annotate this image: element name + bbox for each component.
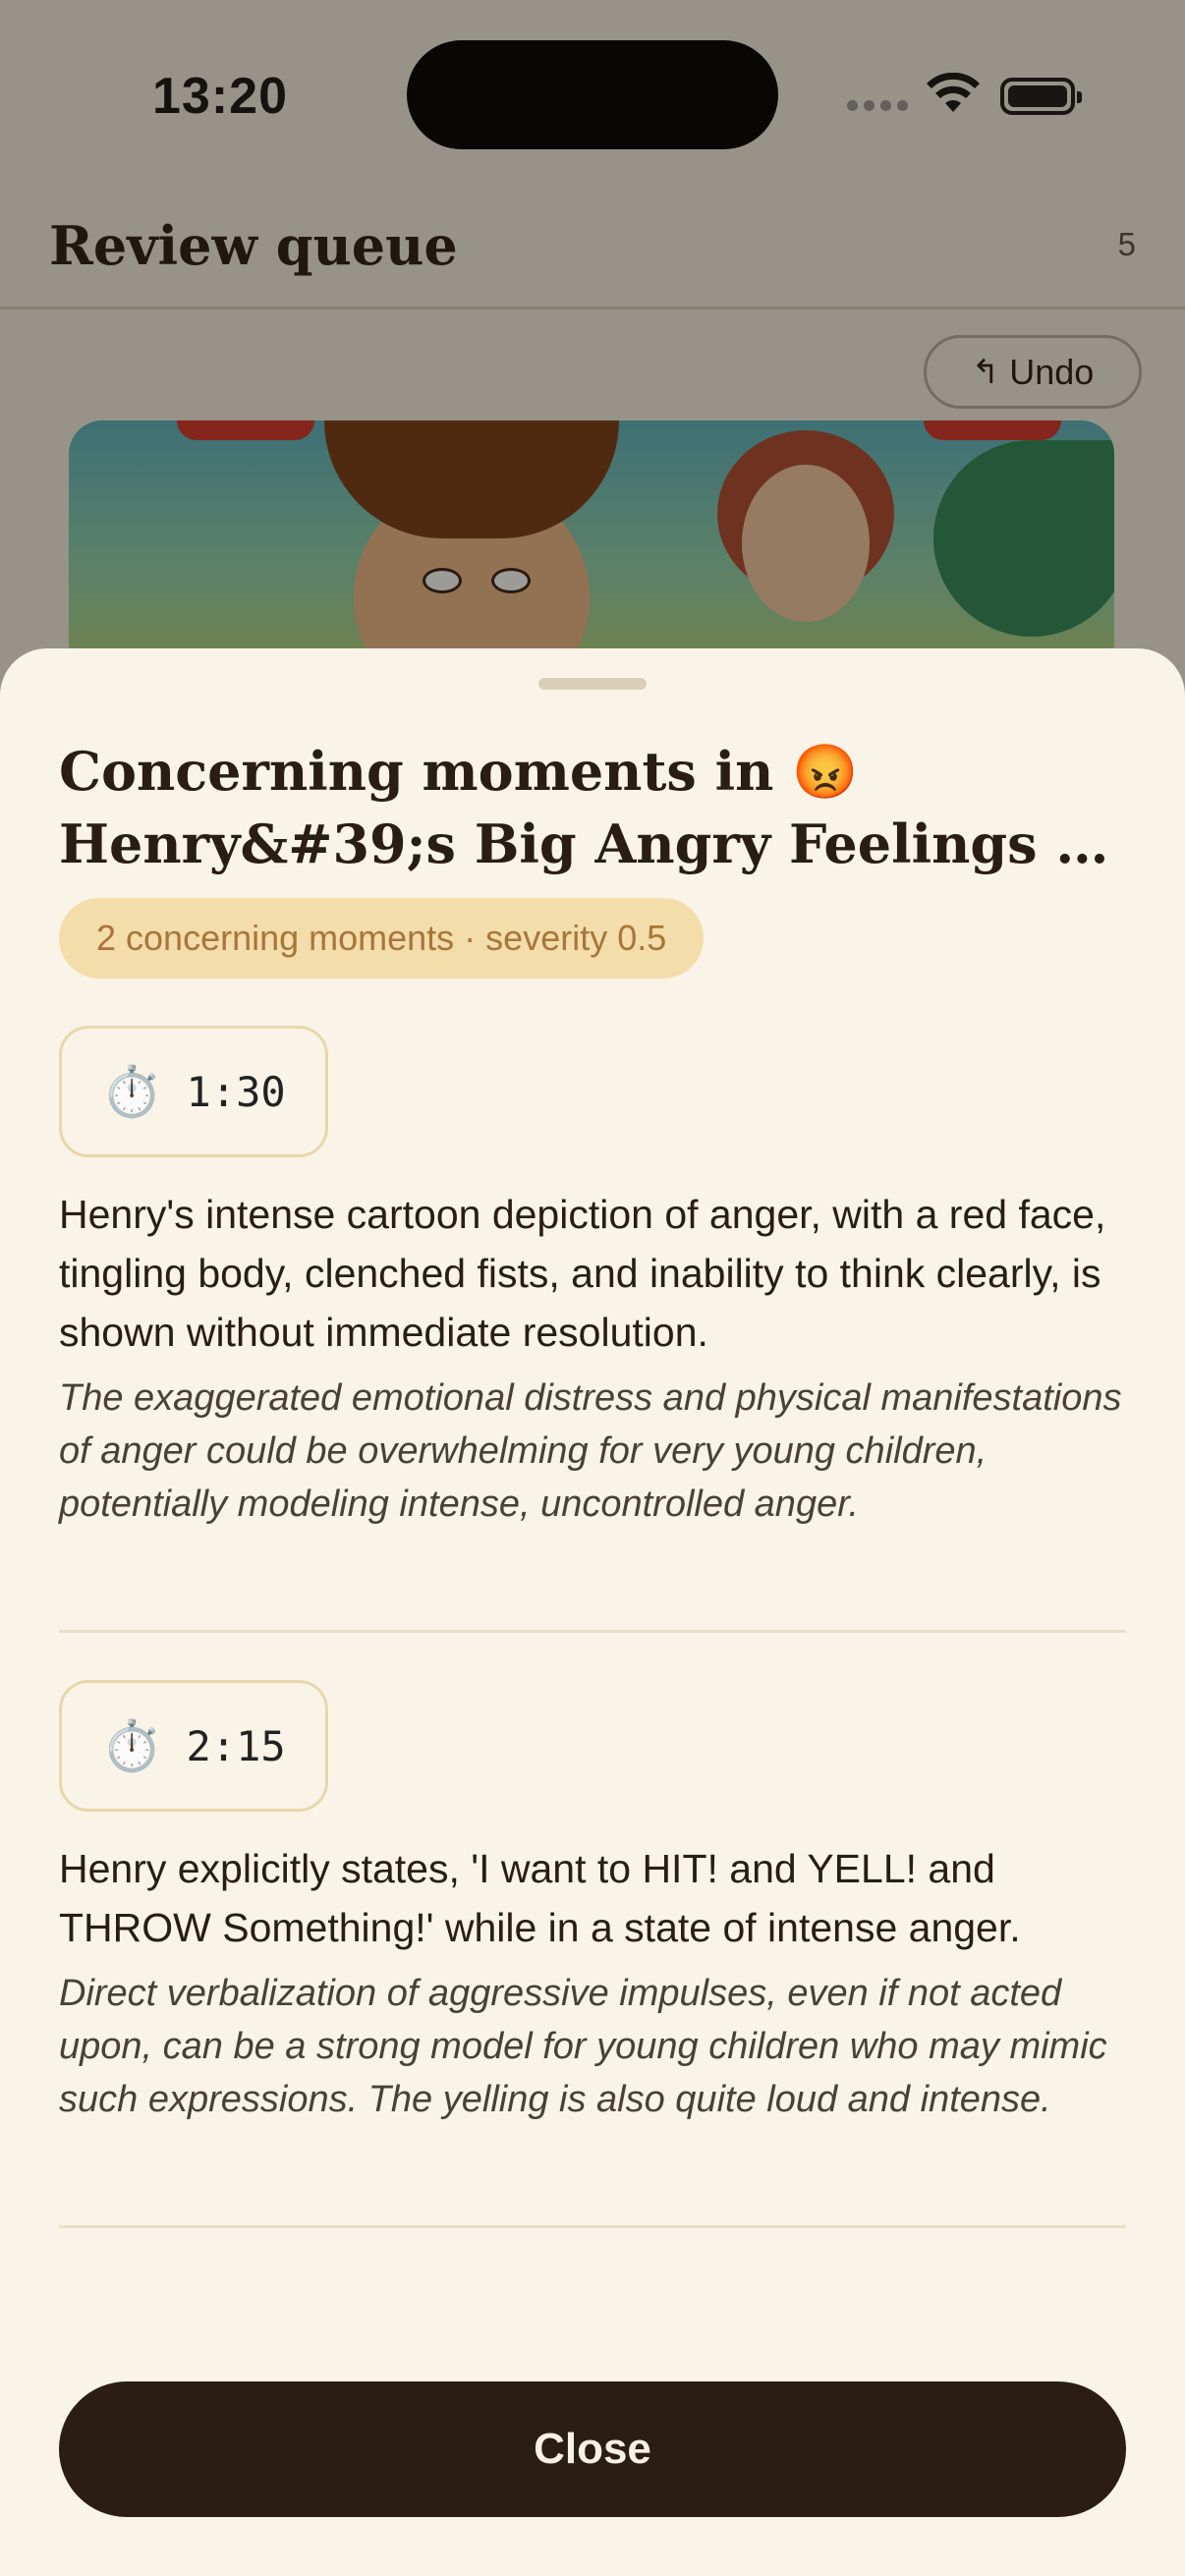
moment-item: ⏱️ 2:15 Henry explicitly states, 'I want… [59,1680,1126,2126]
moment-item: ⏱️ 1:30 Henry's intense cartoon depictio… [59,1026,1126,1531]
close-button[interactable]: Close [59,2381,1126,2517]
concerning-moments-sheet: Concerning moments in 😡Henry&#39;s Big A… [0,648,1185,2576]
timestamp-label: 2:15 [186,1721,286,1770]
timestamp-button[interactable]: ⏱️ 2:15 [59,1680,328,1812]
timestamp-label: 1:30 [186,1067,286,1116]
moment-rationale: Direct verbalization of aggressive impul… [59,1973,1107,2120]
moment-description: Henry's intense cartoon depiction of ang… [59,1192,1106,1355]
divider [59,2225,1126,2228]
sheet-grabber[interactable] [538,678,647,690]
stopwatch-icon: ⏱️ [101,1063,163,1119]
severity-badge: 2 concerning moments · severity 0.5 [59,898,705,979]
divider [59,1630,1126,1633]
moment-rationale: The exaggerated emotional distress and p… [59,1377,1122,1525]
timestamp-button[interactable]: ⏱️ 1:30 [59,1026,328,1157]
sheet-title: Concerning moments in 😡Henry&#39;s Big A… [59,740,1078,875]
stopwatch-icon: ⏱️ [101,1717,163,1773]
moment-description: Henry explicitly states, 'I want to HIT!… [59,1846,1021,1950]
